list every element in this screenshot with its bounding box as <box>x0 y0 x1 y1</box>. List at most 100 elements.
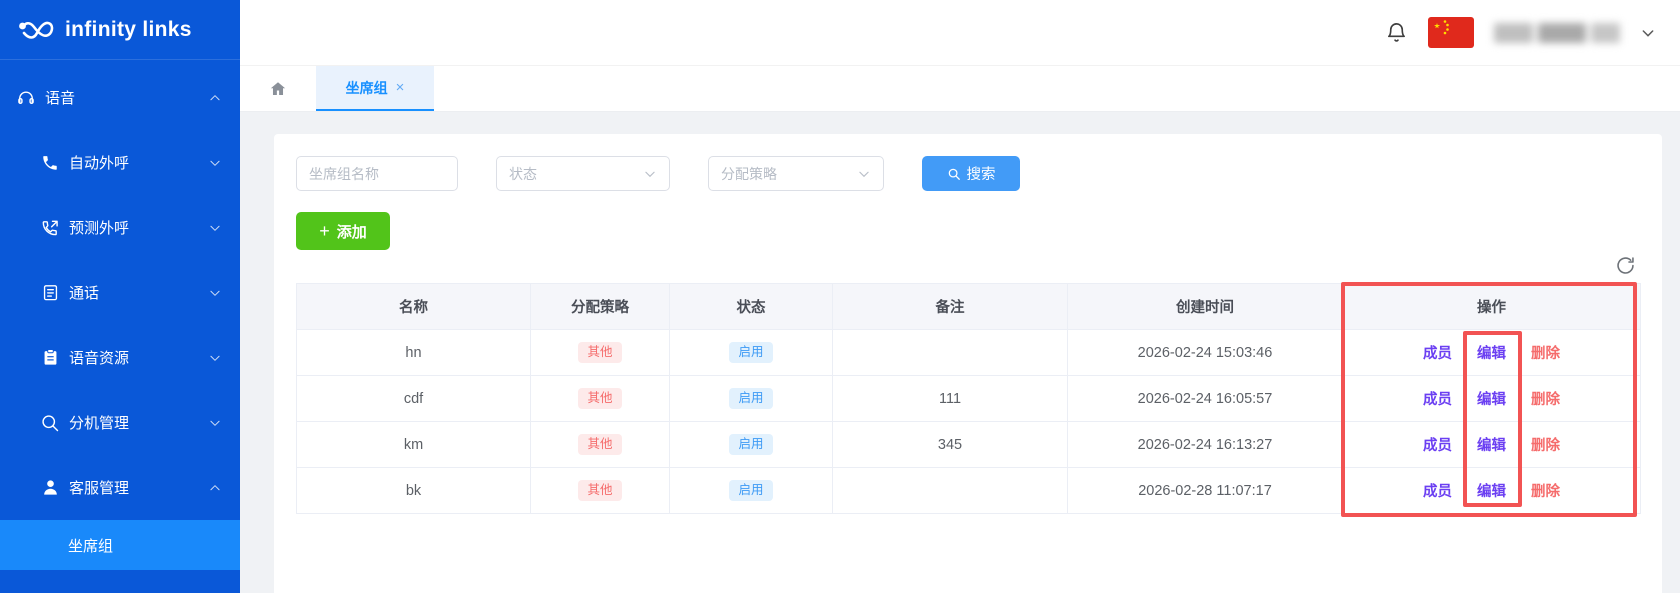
bell-icon[interactable] <box>1385 21 1408 44</box>
filter-row: 状态 分配策略 搜索 <box>296 156 1640 191</box>
members-link[interactable]: 成员 <box>1423 388 1452 409</box>
members-link[interactable]: 成员 <box>1423 342 1452 363</box>
group-name-input[interactable] <box>296 156 458 191</box>
phone-outgoing-icon <box>40 218 60 238</box>
table-row: km其他启用3452026-02-24 16:13:27成员编辑删除 <box>297 422 1641 468</box>
sidebar-item[interactable]: 客服管理 <box>0 455 240 520</box>
delete-link[interactable]: 删除 <box>1531 388 1560 409</box>
cn-flag-icon[interactable] <box>1428 17 1474 48</box>
add-button-label: 添加 <box>337 221 367 242</box>
username-blurred[interactable] <box>1494 23 1620 43</box>
cell-strategy: 其他 <box>531 468 670 514</box>
content-area: 状态 分配策略 搜索 + 添加 <box>240 112 1680 593</box>
refresh-row <box>296 255 1640 278</box>
cell-strategy: 其他 <box>531 330 670 376</box>
sidebar-item-label: 自动外呼 <box>69 152 129 173</box>
chevron-down-icon <box>857 167 871 181</box>
table-row: cdf其他启用1112026-02-24 16:05:57成员编辑删除 <box>297 376 1641 422</box>
members-link[interactable]: 成员 <box>1423 480 1452 501</box>
sidebar: infinity links 语音自动外呼预测外呼通话语音资源分机管理客服管理坐… <box>0 0 240 593</box>
infinity-logo-icon <box>16 15 56 45</box>
headset-icon <box>16 88 36 108</box>
cell-strategy: 其他 <box>531 376 670 422</box>
chevron-down-icon <box>208 416 222 430</box>
cell-name: hn <box>297 330 531 376</box>
cell-actions: 成员 编辑 删除 <box>1343 468 1641 514</box>
user-icon <box>40 478 60 498</box>
cell-name: cdf <box>297 376 531 422</box>
cell-remark: 345 <box>833 422 1068 468</box>
chevron-down-icon <box>208 221 222 235</box>
sidebar-item-label: 分机管理 <box>69 412 129 433</box>
chevron-down-icon[interactable] <box>1640 25 1656 41</box>
column-header: 操作 <box>1343 284 1641 330</box>
sidebar-item[interactable]: 分机管理 <box>0 390 240 455</box>
sidebar-item[interactable]: 预测外呼 <box>0 195 240 260</box>
table-body: hn其他启用2026-02-24 15:03:46成员编辑删除cdf其他启用11… <box>297 330 1641 514</box>
status-tag: 启用 <box>729 388 772 410</box>
cell-remark <box>833 330 1068 376</box>
cell-strategy: 其他 <box>531 422 670 468</box>
status-tag: 启用 <box>729 434 772 456</box>
sidebar-item[interactable]: 语音 <box>0 65 240 130</box>
add-button[interactable]: + 添加 <box>296 212 390 250</box>
strategy-tag: 其他 <box>578 388 621 410</box>
table-header-row: 名称分配策略状态备注创建时间操作 <box>297 284 1641 330</box>
column-header: 名称 <box>297 284 531 330</box>
edit-link[interactable]: 编辑 <box>1477 388 1506 409</box>
chevron-down-icon <box>643 167 657 181</box>
chevron-down-icon <box>208 156 222 170</box>
edit-link[interactable]: 编辑 <box>1477 480 1506 501</box>
table-row: bk其他启用2026-02-28 11:07:17成员编辑删除 <box>297 468 1641 514</box>
cell-actions: 成员 编辑 删除 <box>1343 376 1641 422</box>
edit-link[interactable]: 编辑 <box>1477 434 1506 455</box>
cell-remark: 111 <box>833 376 1068 422</box>
status-select-placeholder: 状态 <box>509 164 537 184</box>
sidebar-item[interactable]: 语音资源 <box>0 325 240 390</box>
sidebar-item[interactable]: 通话 <box>0 260 240 325</box>
magnifier-icon <box>40 413 60 433</box>
home-icon[interactable] <box>240 66 316 111</box>
column-header: 备注 <box>833 284 1068 330</box>
strategy-tag: 其他 <box>578 480 621 502</box>
sidebar-item-label: 预测外呼 <box>69 217 129 238</box>
column-header: 分配策略 <box>531 284 670 330</box>
edit-link[interactable]: 编辑 <box>1477 342 1506 363</box>
delete-link[interactable]: 删除 <box>1531 342 1560 363</box>
agent-group-table: 名称分配策略状态备注创建时间操作 hn其他启用2026-02-24 15:03:… <box>296 283 1641 514</box>
sidebar-item-label: 语音 <box>45 87 75 108</box>
sidebar-menu: 语音自动外呼预测外呼通话语音资源分机管理客服管理坐席组 <box>0 60 240 570</box>
cell-status: 启用 <box>670 330 833 376</box>
status-tag: 启用 <box>729 342 772 364</box>
members-link[interactable]: 成员 <box>1423 434 1452 455</box>
brand-name: infinity links <box>65 18 192 42</box>
sidebar-item[interactable]: 自动外呼 <box>0 130 240 195</box>
table-row: hn其他启用2026-02-24 15:03:46成员编辑删除 <box>297 330 1641 376</box>
delete-link[interactable]: 删除 <box>1531 480 1560 501</box>
search-button[interactable]: 搜索 <box>922 156 1020 191</box>
cell-status: 启用 <box>670 468 833 514</box>
sidebar-item-label: 客服管理 <box>69 477 129 498</box>
strategy-select-placeholder: 分配策略 <box>721 164 777 184</box>
delete-link[interactable]: 删除 <box>1531 434 1560 455</box>
topbar <box>240 0 1680 66</box>
phone-icon <box>40 153 60 173</box>
tab-label: 坐席组 <box>346 78 388 98</box>
column-header: 创建时间 <box>1068 284 1343 330</box>
sidebar-item-label: 通话 <box>69 282 99 303</box>
cell-status: 启用 <box>670 376 833 422</box>
sidebar-item-label: 语音资源 <box>69 347 129 368</box>
tab-close-icon[interactable]: × <box>396 80 405 95</box>
sidebar-item-selected[interactable]: 坐席组 <box>0 520 240 570</box>
status-tag: 启用 <box>729 480 772 502</box>
cell-remark <box>833 468 1068 514</box>
chevron-up-icon <box>208 481 222 495</box>
plus-icon: + <box>319 222 330 240</box>
main-card: 状态 分配策略 搜索 + 添加 <box>274 134 1662 593</box>
strategy-select[interactable]: 分配策略 <box>708 156 884 191</box>
chevron-up-icon <box>208 91 222 105</box>
status-select[interactable]: 状态 <box>496 156 670 191</box>
refresh-icon[interactable] <box>1615 255 1636 278</box>
tab-bar: 坐席组 × <box>240 66 1680 112</box>
tab-agent-group[interactable]: 坐席组 × <box>316 66 434 111</box>
